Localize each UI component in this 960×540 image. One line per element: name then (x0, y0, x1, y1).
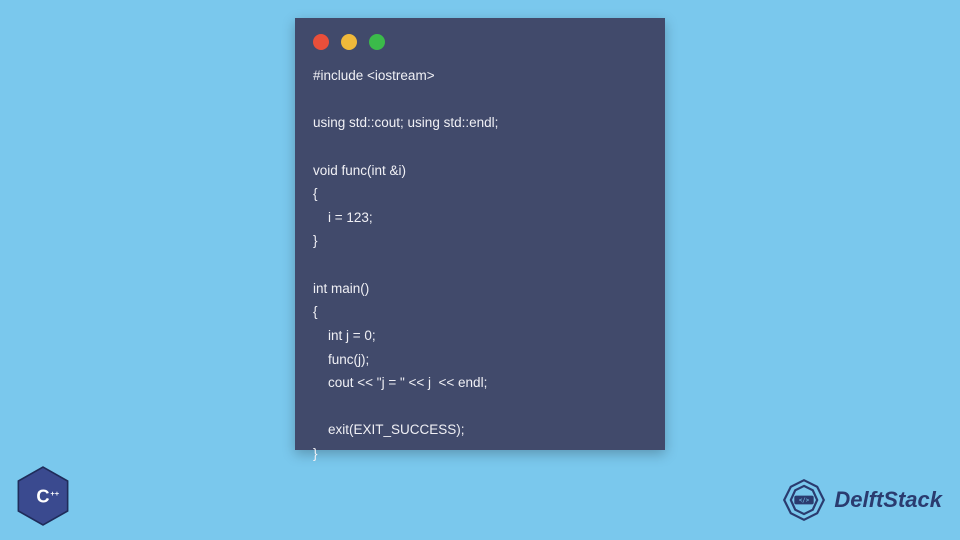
brand-name: DelftStack (834, 487, 942, 513)
code-block: #include <iostream> using std::cout; usi… (295, 60, 665, 484)
window-controls (295, 18, 665, 60)
cpp-badge: C ++ (16, 466, 70, 526)
minimize-icon[interactable] (341, 34, 357, 50)
close-icon[interactable] (313, 34, 329, 50)
svg-text:</>: </> (799, 498, 810, 504)
brand-logo-icon: </> (782, 478, 826, 522)
svg-text:C: C (36, 486, 49, 506)
code-window: #include <iostream> using std::cout; usi… (295, 18, 665, 450)
svg-text:++: ++ (50, 489, 59, 498)
zoom-icon[interactable] (369, 34, 385, 50)
brand: </> DelftStack (782, 478, 942, 522)
cpp-hex-icon: C ++ (16, 466, 70, 526)
